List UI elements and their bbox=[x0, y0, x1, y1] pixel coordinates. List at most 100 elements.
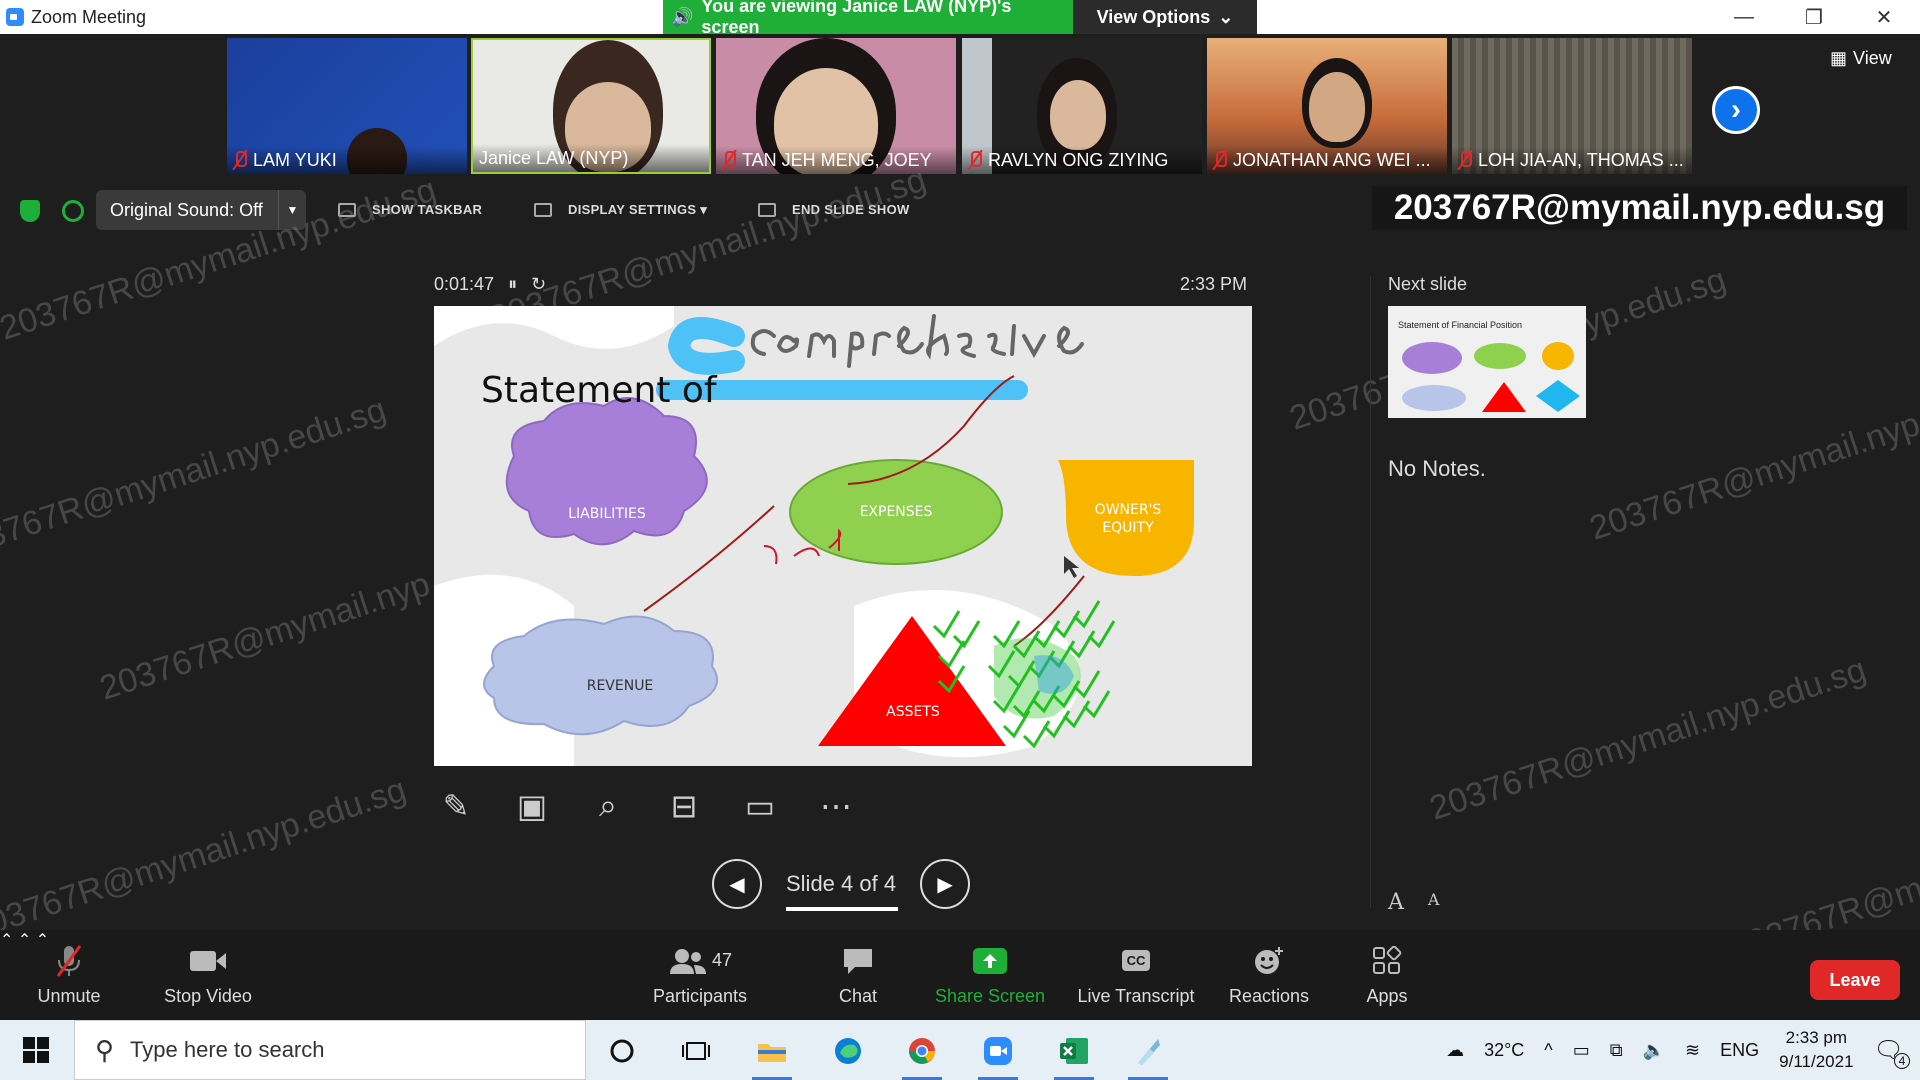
more-options-icon[interactable]: ⋯ bbox=[814, 784, 858, 828]
video-tile[interactable]: JONATHAN ANG WEI ... bbox=[1207, 38, 1447, 174]
live-transcript-button[interactable]: CC Live Transcript bbox=[1074, 930, 1198, 1020]
participant-name: JONATHAN ANG WEI ... bbox=[1233, 149, 1431, 170]
language-indicator[interactable]: ENG bbox=[1720, 1040, 1759, 1061]
reactions-button[interactable]: Reactions bbox=[1224, 930, 1314, 1020]
live-transcript-label: Live Transcript bbox=[1077, 985, 1195, 1006]
share-screen-button[interactable]: Share Screen bbox=[930, 930, 1050, 1020]
display-settings-label: DISPLAY SETTINGS ▾ bbox=[568, 202, 708, 217]
end-slide-show-label: END SLIDE SHOW bbox=[792, 202, 910, 217]
presenter-tools: ✎ ▣ ⌕ ⊟ ▭ ⋯ bbox=[434, 782, 858, 830]
display-settings-icon bbox=[534, 203, 552, 217]
slide-progress-fill bbox=[786, 907, 898, 911]
show-taskbar-button[interactable]: SHOW TASKBAR bbox=[338, 202, 482, 217]
view-layout-button[interactable]: ▦ View bbox=[1830, 48, 1892, 69]
share-screen-label: Share Screen bbox=[934, 985, 1046, 1006]
notes-font-controls: A A bbox=[1388, 890, 1439, 915]
caret-up-icon[interactable]: ⌃ bbox=[0, 932, 13, 949]
minimize-button[interactable]: — bbox=[1714, 0, 1774, 34]
pause-icon[interactable]: ⏸ bbox=[508, 274, 517, 295]
watermark: 203767R@mymail.nyp.edu.sg bbox=[1425, 650, 1871, 828]
volume-icon[interactable]: 🔈 bbox=[1643, 1040, 1665, 1061]
clock[interactable]: 2:33 pm 9/11/2021 bbox=[1779, 1026, 1853, 1074]
snipping-tool-icon[interactable] bbox=[1118, 1026, 1178, 1080]
timer-value: 0:01:47 bbox=[434, 274, 495, 294]
display-settings-button[interactable]: DISPLAY SETTINGS ▾ bbox=[534, 202, 707, 218]
zoom-app-icon[interactable] bbox=[968, 1026, 1028, 1080]
black-screen-icon[interactable]: ⊟ bbox=[662, 784, 706, 828]
temperature[interactable]: 32°C bbox=[1484, 1040, 1524, 1061]
weather-icon[interactable]: ☁ bbox=[1446, 1040, 1464, 1061]
watermark: 203767R@mymail.nyp.edu.sg bbox=[0, 390, 391, 568]
revenue-label: REVENUE bbox=[586, 678, 654, 694]
stop-video-button[interactable]: Stop Video bbox=[158, 930, 258, 1020]
excel-icon[interactable] bbox=[1044, 1026, 1104, 1080]
search-icon: ⚲ bbox=[95, 1034, 115, 1065]
cortana-icon[interactable] bbox=[592, 1026, 652, 1076]
speaker-icon: 🔊 bbox=[671, 6, 694, 27]
monitor-icon[interactable]: ⧉ bbox=[1610, 1040, 1623, 1061]
system-tray: ☁ 32°C ^ ▭ ⧉ 🔈 ≋ ENG 2:33 pm 9/11/2021 🗨… bbox=[1446, 1020, 1920, 1080]
restore-button[interactable]: ❐ bbox=[1784, 0, 1844, 34]
see-all-slides-icon[interactable]: ▣ bbox=[510, 784, 554, 828]
equity-label-line1: OWNER'S bbox=[1094, 502, 1162, 518]
task-view-icon[interactable] bbox=[666, 1026, 726, 1076]
liabilities-label: LIABILITIES bbox=[568, 506, 646, 522]
next-slide-button[interactable]: ▶ bbox=[920, 859, 971, 909]
grid-icon: ▦ bbox=[1830, 48, 1848, 68]
reactions-label: Reactions bbox=[1228, 985, 1310, 1006]
pen-icon[interactable]: ✎ bbox=[434, 784, 478, 828]
close-button[interactable]: ✕ bbox=[1854, 0, 1914, 34]
chat-button[interactable]: Chat bbox=[826, 930, 890, 1020]
window-title: Zoom Meeting bbox=[31, 7, 147, 27]
triangle-left-icon: ◀ bbox=[729, 873, 745, 896]
decrease-font-button[interactable]: A bbox=[1428, 890, 1440, 915]
apps-icon bbox=[1367, 944, 1407, 978]
panel-divider[interactable] bbox=[1370, 276, 1371, 908]
original-sound-button[interactable]: Original Sound: Off ▼ bbox=[96, 190, 306, 230]
chevron-down-icon: ⌄ bbox=[1218, 6, 1234, 27]
notification-count: 4 bbox=[1894, 1052, 1910, 1069]
video-tile[interactable]: RAVLYN ONG ZIYING bbox=[962, 38, 1202, 174]
current-slide: Statement of LIABILITIES EXPENSES OWNER'… bbox=[434, 306, 1252, 766]
end-slide-show-button[interactable]: END SLIDE SHOW bbox=[758, 202, 910, 217]
zoom-icon[interactable]: ⌕ bbox=[586, 784, 630, 828]
stop-video-label: Stop Video bbox=[164, 985, 252, 1006]
battery-icon[interactable]: ▭ bbox=[1573, 1040, 1590, 1061]
view-options-button[interactable]: View Options ⌄ bbox=[1073, 0, 1257, 34]
reset-icon[interactable]: ↻ bbox=[531, 274, 546, 295]
video-tile[interactable]: LOH JIA-AN, THOMAS ... bbox=[1452, 38, 1692, 174]
wifi-icon[interactable]: ≋ bbox=[1685, 1040, 1700, 1061]
end-show-icon bbox=[758, 202, 776, 217]
shield-icon[interactable] bbox=[20, 200, 40, 222]
share-screen-icon bbox=[970, 944, 1010, 978]
participants-button[interactable]: 47 Participants bbox=[648, 930, 752, 1020]
apps-button[interactable]: Apps bbox=[1362, 930, 1412, 1020]
increase-font-button[interactable]: A bbox=[1388, 890, 1404, 915]
encryption-icon[interactable] bbox=[62, 200, 84, 222]
taskbar-search[interactable]: ⚲ Type here to search bbox=[74, 1020, 586, 1080]
chevron-down-icon[interactable]: ▼ bbox=[278, 190, 306, 230]
chevron-up-icon[interactable]: ^ bbox=[1544, 1040, 1552, 1061]
mic-muted-icon bbox=[722, 150, 736, 170]
video-tile-active-speaker[interactable]: Janice LAW (NYP) bbox=[471, 38, 711, 174]
video-tile[interactable]: LAM YUKI bbox=[227, 38, 467, 174]
next-page-button[interactable]: › bbox=[1712, 86, 1760, 134]
file-explorer-icon[interactable] bbox=[742, 1026, 802, 1080]
chat-bubble-icon bbox=[838, 944, 878, 978]
subtitles-icon[interactable]: ▭ bbox=[738, 784, 782, 828]
chat-label: Chat bbox=[838, 985, 878, 1006]
title-bar: Zoom Meeting 🔊 You are viewing Janice LA… bbox=[0, 0, 1920, 37]
edge-browser-icon[interactable] bbox=[818, 1026, 878, 1076]
leave-button[interactable]: Leave bbox=[1810, 960, 1900, 1000]
participants-label: Participants bbox=[652, 985, 748, 1006]
start-button[interactable] bbox=[0, 1020, 72, 1080]
next-slide-thumbnail[interactable]: Statement of Financial Position bbox=[1388, 306, 1586, 418]
unmute-button[interactable]: Unmute bbox=[26, 930, 112, 1020]
chrome-browser-icon[interactable] bbox=[892, 1026, 952, 1080]
notifications-button[interactable]: 🗨 4 bbox=[1874, 1036, 1910, 1069]
presenter-clock: 2:33 PM bbox=[1180, 274, 1248, 294]
view-options-label: View Options bbox=[1096, 6, 1211, 27]
mic-muted-icon bbox=[233, 150, 247, 170]
previous-slide-button[interactable]: ◀ bbox=[712, 859, 762, 909]
video-tile[interactable]: TAN JEH MENG, JOEY bbox=[716, 38, 956, 174]
